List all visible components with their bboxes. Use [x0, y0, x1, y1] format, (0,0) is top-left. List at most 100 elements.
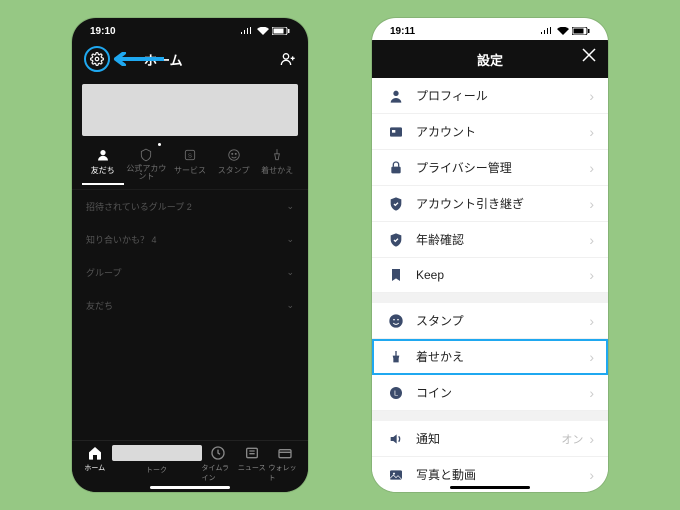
chevron-down-icon: ⌄: [286, 267, 294, 278]
nav-news[interactable]: ニュース: [235, 445, 269, 492]
group-label: 友だち: [86, 299, 113, 312]
chevron-right-icon: ›: [589, 124, 594, 140]
chevron-right-icon: ›: [589, 385, 594, 401]
group-row[interactable]: 知り合いかも？ 4 ⌄: [72, 223, 308, 256]
settings-item-smile[interactable]: スタンプ›: [372, 303, 608, 339]
chevron-right-icon: ›: [589, 160, 594, 176]
tab-label: スタンプ: [218, 165, 250, 176]
settings-title: 設定: [477, 50, 503, 69]
nav-label: ホーム: [84, 463, 105, 473]
settings-item-speaker[interactable]: 通知オン ›: [372, 421, 608, 457]
group-row[interactable]: グループ ⌄: [72, 256, 308, 289]
tab-official[interactable]: 公式アカウント: [126, 144, 168, 185]
status-bar: 19:10: [72, 18, 308, 40]
bookmark-icon: [388, 267, 404, 283]
chevron-right-icon: ›: [589, 467, 594, 483]
group-row[interactable]: 友だち ⌄: [72, 289, 308, 322]
profile-banner[interactable]: [82, 84, 298, 136]
status-bar: 19:11: [372, 18, 608, 40]
settings-item-lock[interactable]: プライバシー管理›: [372, 150, 608, 186]
settings-item-brush[interactable]: 着せかえ›: [372, 339, 608, 375]
shield-icon: [388, 232, 404, 248]
nav-talk[interactable]: トーク: [112, 445, 202, 492]
coin-icon: L: [388, 385, 404, 401]
status-indicators: [240, 27, 290, 35]
status-indicators: [540, 27, 590, 35]
settings-item-label: 年齢確認: [416, 231, 589, 248]
close-icon: [582, 48, 596, 62]
bottom-nav: ホーム トーク タイムライン ニュース ウォレット: [72, 440, 308, 492]
tab-label: 公式アカウント: [126, 165, 168, 181]
chevron-right-icon: ›: [589, 232, 594, 248]
chevron-right-icon: ›: [589, 349, 594, 365]
chevron-right-icon: ›: [589, 431, 594, 447]
chevron-right-icon: ›: [589, 196, 594, 212]
chevron-down-icon: ⌄: [286, 234, 294, 245]
settings-item-label: プロフィール: [416, 87, 589, 104]
chevron-right-icon: ›: [589, 267, 594, 283]
group-label: 知り合いかも？ 4: [86, 233, 157, 246]
settings-item-label: アカウント: [416, 123, 589, 140]
lock-icon: [388, 160, 404, 176]
chevron-down-icon: ⌄: [286, 300, 294, 311]
settings-item-label: Keep: [416, 268, 589, 282]
svg-text:S: S: [188, 153, 192, 159]
nav-label: トーク: [146, 465, 167, 475]
app-header: ホーム: [72, 40, 308, 80]
gear-icon: [90, 52, 104, 66]
nav-timeline[interactable]: タイムライン: [202, 445, 236, 492]
settings-item-label: スタンプ: [416, 312, 589, 329]
settings-item-coin[interactable]: L コイン›: [372, 375, 608, 411]
nav-label: ウォレット: [269, 463, 303, 483]
settings-header: 設定: [372, 40, 608, 78]
settings-item-label: 通知: [416, 430, 561, 447]
status-time: 19:10: [90, 26, 116, 37]
tab-stickers[interactable]: スタンプ: [213, 144, 255, 185]
nav-label: タイムライン: [202, 463, 236, 483]
group-row[interactable]: 招待されているグループ 2 ⌄: [72, 190, 308, 223]
nav-label: ニュース: [238, 463, 266, 473]
tab-friends[interactable]: 友だち: [82, 144, 124, 185]
category-tabs: 友だち 公式アカウント S サービス スタンプ 着せかえ: [72, 144, 308, 189]
brush-icon: [388, 349, 404, 365]
settings-item-person[interactable]: プロフィール›: [372, 78, 608, 114]
chevron-right-icon: ›: [589, 313, 594, 329]
settings-item-label: 着せかえ: [416, 348, 589, 365]
settings-list[interactable]: プロフィール›アカウント›プライバシー管理›アカウント引き継ぎ›年齢確認›Kee…: [372, 78, 608, 492]
image-icon: [388, 467, 404, 483]
settings-item-bookmark[interactable]: Keep›: [372, 258, 608, 293]
settings-item-shield[interactable]: 年齢確認›: [372, 222, 608, 258]
tab-services[interactable]: S サービス: [169, 144, 211, 185]
settings-item-label: プライバシー管理: [416, 159, 589, 176]
home-indicator: [150, 486, 230, 489]
shield-icon: [388, 196, 404, 212]
group-label: グループ: [86, 266, 121, 279]
chevron-right-icon: ›: [589, 88, 594, 104]
home-indicator: [450, 486, 530, 489]
chevron-down-icon: ⌄: [286, 201, 294, 212]
card-icon: [388, 124, 404, 140]
phone-home-screen: 19:10 ホーム 友だち 公式アカウント S サービス ス: [72, 18, 308, 492]
page-title: ホーム: [144, 50, 280, 69]
settings-button[interactable]: [84, 46, 110, 72]
smile-icon: [388, 313, 404, 329]
add-friend-icon[interactable]: [280, 51, 296, 67]
phone-settings-screen: 19:11 設定 プロフィール›アカウント›プライバシー管理›アカウント引き継ぎ…: [372, 18, 608, 492]
svg-text:L: L: [394, 388, 398, 397]
status-time: 19:11: [390, 26, 415, 37]
nav-wallet[interactable]: ウォレット: [269, 445, 303, 492]
settings-item-value: オン: [561, 431, 583, 447]
nav-home[interactable]: ホーム: [78, 445, 112, 492]
tab-label: 着せかえ: [261, 165, 293, 176]
settings-item-card[interactable]: アカウント›: [372, 114, 608, 150]
settings-item-label: コイン: [416, 384, 589, 401]
settings-item-label: アカウント引き継ぎ: [416, 195, 589, 212]
tab-label: 友だち: [91, 165, 115, 176]
close-button[interactable]: [582, 48, 596, 67]
group-label: 招待されているグループ 2: [86, 200, 192, 213]
settings-item-label: 写真と動画: [416, 466, 589, 483]
tab-label: サービス: [174, 165, 206, 176]
tab-themes[interactable]: 着せかえ: [256, 144, 298, 185]
speaker-icon: [388, 431, 404, 447]
settings-item-shield[interactable]: アカウント引き継ぎ›: [372, 186, 608, 222]
